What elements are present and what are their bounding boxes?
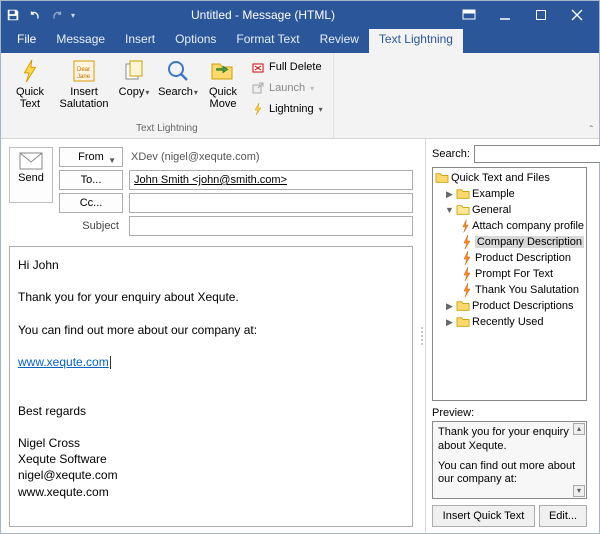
bolt-icon: [461, 283, 473, 297]
delete-x-icon: [251, 60, 265, 74]
magnifier-icon: [164, 57, 192, 85]
tab-options[interactable]: Options: [165, 29, 226, 53]
preview-label: Preview:: [432, 407, 587, 419]
close-icon[interactable]: [559, 1, 595, 29]
maximize-icon[interactable]: [523, 1, 559, 29]
bolt-icon: [461, 267, 473, 281]
body-line: Nigel Cross: [18, 435, 404, 451]
full-delete-button[interactable]: Full Delete: [247, 57, 327, 77]
folder-icon: [435, 172, 449, 184]
quick-move-button[interactable]: Quick Move: [203, 55, 243, 112]
from-button[interactable]: From: [59, 147, 123, 167]
envelope-icon: [19, 152, 43, 170]
tree-root[interactable]: Quick Text and Files: [435, 170, 584, 186]
insert-quick-text-button[interactable]: Insert Quick Text: [432, 505, 535, 527]
tree-folder[interactable]: ▶ Product Descriptions: [435, 298, 584, 314]
quick-text-button[interactable]: Quick Text: [7, 55, 53, 112]
scroll-up-icon[interactable]: ▴: [573, 423, 585, 435]
body-line: www.xequte.com: [18, 484, 404, 500]
ribbon-group-label: Text Lightning: [136, 123, 198, 136]
body-line: Best regards: [18, 403, 404, 419]
body-line: You can find out more about our company …: [18, 322, 404, 338]
lightning-icon: [16, 57, 44, 85]
folder-icon: [456, 316, 470, 328]
ribbon-display-icon[interactable]: [451, 1, 487, 29]
minimize-icon[interactable]: [487, 1, 523, 29]
bolt-icon: [461, 251, 473, 265]
tab-message[interactable]: Message: [46, 29, 115, 53]
tree-folder[interactable]: ▼ General: [435, 202, 584, 218]
svg-text:Jane: Jane: [77, 74, 91, 80]
undo-icon[interactable]: [27, 7, 43, 23]
tree-item[interactable]: Prompt For Text: [435, 266, 584, 282]
bolt-small-icon: [251, 102, 265, 116]
message-body-editor[interactable]: Hi John Thank you for your enquiry about…: [9, 246, 413, 527]
launch-button[interactable]: Launch▾: [247, 78, 327, 98]
to-button[interactable]: To...: [59, 170, 123, 190]
cc-button[interactable]: Cc...: [59, 193, 123, 213]
collapse-icon[interactable]: ▼: [445, 205, 454, 215]
preview-box: Thank you for your enquiry about Xequte.…: [432, 421, 587, 499]
body-line: nigel@xequte.com: [18, 467, 404, 483]
edit-button[interactable]: Edit...: [539, 505, 587, 527]
expand-icon[interactable]: ▶: [445, 189, 454, 200]
body-line: Thank you for your enquiry about Xequte.: [18, 289, 404, 305]
bolt-icon: [461, 219, 470, 233]
folder-move-icon: [209, 57, 237, 85]
collapse-ribbon-icon[interactable]: ˆ: [590, 125, 593, 136]
body-link[interactable]: www.xequte.com: [18, 355, 109, 369]
folder-open-icon: [456, 204, 470, 216]
expand-icon[interactable]: ▶: [445, 301, 454, 312]
lightning-menu-button[interactable]: Lightning▾: [247, 99, 327, 119]
folder-icon: [456, 300, 470, 312]
copy-icon: [120, 57, 148, 85]
tree-item-selected[interactable]: Company Description: [435, 234, 584, 250]
ribbon-tabs: File Message Insert Options Format Text …: [1, 29, 599, 53]
tree-item[interactable]: Attach company profile: [435, 218, 584, 234]
text-caret-icon: [110, 356, 111, 369]
send-button[interactable]: Send: [9, 147, 53, 203]
tree-folder[interactable]: ▶ Example: [435, 186, 584, 202]
tree-item[interactable]: Product Description: [435, 250, 584, 266]
letter-icon: DearJane: [70, 57, 98, 85]
scroll-down-icon[interactable]: ▾: [573, 485, 585, 497]
tree-folder[interactable]: ▶ Recently Used: [435, 314, 584, 330]
save-icon[interactable]: [5, 7, 21, 23]
tree-item[interactable]: Thank You Salutation: [435, 282, 584, 298]
tab-file[interactable]: File: [7, 29, 46, 53]
search-input[interactable]: [474, 145, 600, 163]
qat-customize-icon[interactable]: ▾: [71, 11, 75, 20]
expand-icon[interactable]: ▶: [445, 317, 454, 328]
subject-field[interactable]: [129, 216, 413, 236]
tab-text-lightning[interactable]: Text Lightning: [369, 29, 463, 53]
subject-label: Subject: [59, 220, 123, 232]
tab-format-text[interactable]: Format Text: [226, 29, 309, 53]
redo-icon[interactable]: [49, 7, 65, 23]
window-title: Untitled - Message (HTML): [75, 8, 451, 22]
quick-text-tree[interactable]: Quick Text and Files ▶ Example ▼ General…: [432, 167, 587, 401]
copy-button[interactable]: Copy▾: [115, 55, 153, 100]
body-line: Xequte Software: [18, 451, 404, 467]
tab-insert[interactable]: Insert: [115, 29, 165, 53]
launch-icon: [251, 81, 265, 95]
search-button[interactable]: Search▾: [157, 55, 199, 100]
folder-icon: [456, 188, 470, 200]
from-value: XDev (nigel@xequte.com): [129, 151, 413, 163]
svg-text:Dear: Dear: [77, 67, 90, 73]
to-field[interactable]: [129, 170, 413, 190]
body-line: Hi John: [18, 257, 404, 273]
cc-field[interactable]: [129, 193, 413, 213]
bolt-icon: [461, 235, 473, 249]
tab-review[interactable]: Review: [310, 29, 369, 53]
search-label: Search:: [432, 148, 470, 160]
insert-salutation-button[interactable]: DearJane Insert Salutation: [57, 55, 111, 112]
